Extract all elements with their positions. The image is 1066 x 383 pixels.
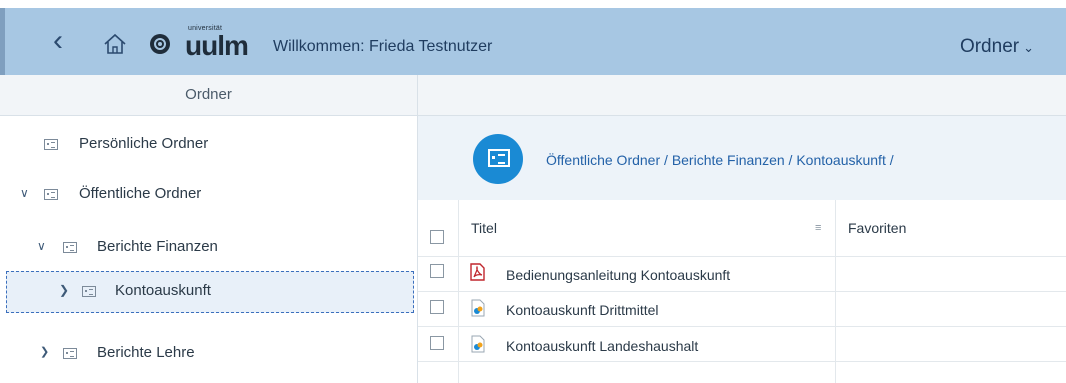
- ordner-menu-label: Ordner: [959, 36, 1020, 57]
- shell-bar: ‹ universität uulm Willkommen: Frieda Te…: [0, 8, 1066, 75]
- sidebar: Ordner Persönliche Ordner ∨ Öffentliche …: [0, 75, 418, 383]
- select-all-checkbox[interactable]: [430, 230, 444, 244]
- chevron-down-icon: ⌄: [1023, 40, 1034, 55]
- ordner-menu-button[interactable]: Ordner ⌄: [960, 36, 1034, 58]
- table-row[interactable]: Kontoauskunft Drittmittel: [418, 292, 1066, 327]
- folder-icon: [63, 348, 77, 359]
- sidebar-header: Ordner: [0, 75, 417, 116]
- folder-icon: [473, 134, 523, 184]
- document-table: Titel ≡ Favoriten Bedienungsanleitung Ko…: [418, 200, 1066, 383]
- folder-icon: [82, 277, 102, 307]
- report-icon: [471, 299, 485, 317]
- sort-icon[interactable]: ≡: [815, 222, 821, 234]
- breadcrumb-separator: /: [784, 152, 797, 168]
- chevron-right-icon[interactable]: ❯: [59, 277, 79, 307]
- breadcrumb-area: Öffentliche Ordner / Berichte Finanzen /…: [418, 116, 1066, 200]
- back-icon[interactable]: ‹: [53, 26, 73, 56]
- folder-icon: [44, 139, 58, 150]
- breadcrumb-link-berichte-finanzen[interactable]: Berichte Finanzen: [672, 152, 785, 168]
- main-content: Öffentliche Ordner / Berichte Finanzen /…: [418, 75, 1066, 383]
- row-title[interactable]: Kontoauskunft Drittmittel: [506, 302, 659, 318]
- chevron-right-icon[interactable]: ❯: [40, 345, 49, 358]
- row-checkbox[interactable]: [430, 336, 444, 350]
- pdf-icon: [470, 263, 485, 281]
- sidebar-item-label: Berichte Lehre: [97, 344, 195, 361]
- breadcrumb: Öffentliche Ordner / Berichte Finanzen /…: [546, 152, 894, 168]
- sidebar-item-berichte-finanzen[interactable]: ∨ Berichte Finanzen: [0, 233, 417, 263]
- sidebar-item-berichte-lehre[interactable]: ❯ Berichte Lehre: [0, 339, 417, 369]
- column-header-favoriten[interactable]: Favoriten: [848, 220, 906, 236]
- row-title[interactable]: Bedienungsanleitung Kontoauskunft: [506, 267, 730, 283]
- folder-icon: [63, 242, 77, 253]
- sidebar-item-kontoauskunft[interactable]: ❯ Kontoauskunft: [6, 271, 414, 313]
- chevron-down-icon[interactable]: ∨: [37, 239, 46, 253]
- report-icon: [471, 335, 485, 353]
- sidebar-item-persoenliche-ordner[interactable]: Persönliche Ordner: [0, 130, 417, 160]
- breadcrumb-link-kontoauskunft[interactable]: Kontoauskunft: [796, 152, 886, 168]
- sidebar-item-oeffentliche-ordner[interactable]: ∨ Öffentliche Ordner: [0, 180, 417, 210]
- breadcrumb-separator: /: [660, 152, 672, 168]
- main-header: [418, 75, 1066, 116]
- row-checkbox[interactable]: [430, 264, 444, 278]
- folder-icon: [44, 189, 58, 200]
- chevron-down-icon[interactable]: ∨: [20, 186, 29, 200]
- row-title[interactable]: Kontoauskunft Landeshaushalt: [506, 338, 698, 354]
- home-icon[interactable]: [103, 33, 127, 55]
- sidebar-item-label: Kontoauskunft: [115, 282, 211, 299]
- table-row[interactable]: Bedienungsanleitung Kontoauskunft: [418, 257, 1066, 292]
- logo-text: uulm: [185, 30, 249, 61]
- welcome-text: Willkommen: Frieda Testnutzer: [273, 38, 493, 55]
- table-row[interactable]: Kontoauskunft Landeshaushalt: [418, 327, 1066, 362]
- top-strip: [0, 0, 1066, 8]
- row-checkbox[interactable]: [430, 300, 444, 314]
- sidebar-item-label: Berichte Finanzen: [97, 238, 218, 255]
- table-header-row: Titel ≡ Favoriten: [418, 200, 1066, 257]
- uulm-logo-mark-icon: [150, 34, 170, 54]
- breadcrumb-link-oeffentliche-ordner[interactable]: Öffentliche Ordner: [546, 152, 660, 168]
- sidebar-item-label: Öffentliche Ordner: [79, 185, 202, 202]
- column-header-titel[interactable]: Titel: [471, 220, 497, 236]
- sidebar-item-label: Persönliche Ordner: [79, 135, 209, 152]
- breadcrumb-separator: /: [885, 152, 894, 168]
